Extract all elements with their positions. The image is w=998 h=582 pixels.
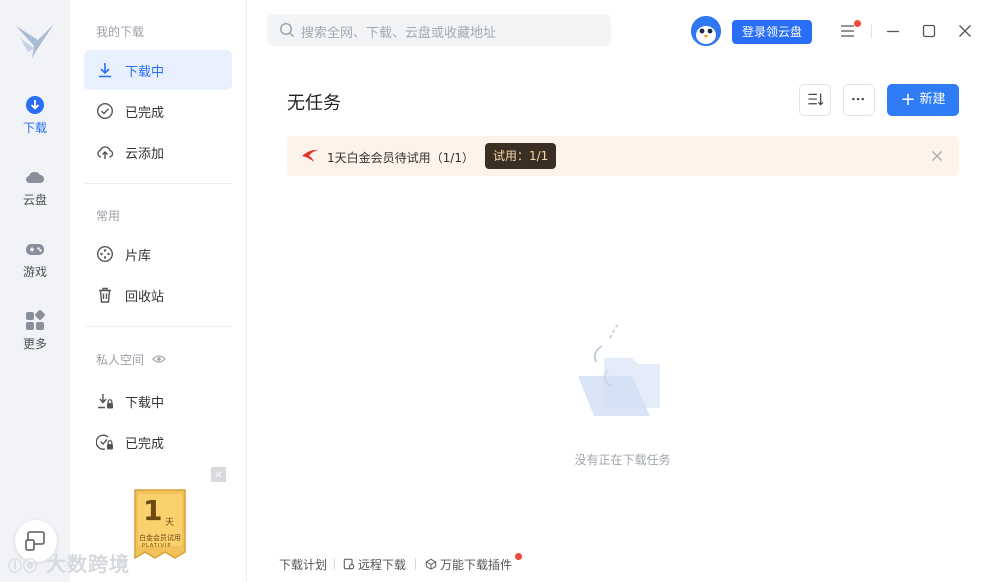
secondary-sidebar: 我的下载 下载中 已完成 云添加 常用 片库 回收站 私人空间 下载中 已完成 … [70,0,247,582]
sidebar-item-private-completed[interactable]: 已完成 [84,422,232,462]
gamepad-icon [26,244,44,255]
empty-state-label: 没有正在下载任务 [574,453,671,467]
check-circle-icon [96,102,114,120]
main-panel: 搜索全网、下载、云盘或收藏地址 登录领云盘 无任务 + 新建 1天白金会员待试用… [247,0,998,582]
maximize-button[interactable] [918,20,940,42]
sidebar-item-label: 已完成 [125,437,165,452]
rail-item-more[interactable]: 更多 [0,310,70,360]
search-input[interactable]: 搜索全网、下载、云盘或收藏地址 [267,14,611,46]
watermark-logo-icon: ⓛⓞ [8,559,38,575]
sidebar-item-completed[interactable]: 已完成 [84,91,232,131]
avatar[interactable] [691,16,721,46]
rail-label-games: 游戏 [22,265,47,279]
promo-unit: 天 [165,518,175,528]
sidebar-item-recycle-bin[interactable]: 回收站 [84,275,232,315]
eye-icon[interactable] [151,352,166,366]
sidebar-item-label: 云添加 [125,147,165,162]
cloud-upload-icon [97,146,114,159]
cloud-icon [25,171,44,184]
page-title: 无任务 [287,93,341,114]
rail-item-games[interactable]: 游戏 [0,238,70,288]
rail-label-download: 下载 [22,121,47,135]
sidebar-divider [84,326,232,327]
sidebar-item-label: 回收站 [125,290,165,305]
promo-label: 白金会员试用 [139,534,181,542]
sidebar-item-label: 下载中 [125,396,165,411]
promo-days: 1 [143,494,163,527]
section-heading-common: 常用 [96,209,121,223]
rail-item-cloud[interactable]: 云盘 [0,166,70,216]
sort-list-icon [808,93,824,106]
sidebar-item-cloud-add[interactable]: 云添加 [84,132,232,172]
check-lock-icon [96,434,113,450]
empty-folder-illustration [578,323,660,416]
rail-label-cloud: 云盘 [22,193,47,207]
plugin-notification-dot [515,553,522,560]
login-button[interactable]: 登录领云盘 [732,20,812,44]
download-plan-link[interactable]: 下载计划 [279,556,327,573]
minimize-button[interactable] [882,20,904,42]
sidebar-item-downloading[interactable]: 下载中 [84,50,232,90]
empty-state-text: 没有正在下载任务 [247,451,998,468]
rail-item-download[interactable]: 下载 [0,94,70,144]
section-heading-private-label: 私人空间 [96,353,145,367]
notification-dot [854,20,861,27]
sidebar-item-label: 已完成 [125,106,165,121]
more-options-button[interactable] [843,84,875,116]
download-arrow-icon [99,63,111,78]
sidebar-item-label: 下载中 [125,65,165,80]
footer-separator [415,558,416,570]
close-icon [959,25,971,37]
rail-label-more: 更多 [22,337,47,351]
watermark-label: 大数跨境 [45,552,130,576]
sidebar-item-label: 片库 [125,249,152,264]
close-button[interactable] [954,20,976,42]
trash-icon [99,287,111,303]
left-rail: 下载 云盘 游戏 更多 [0,0,70,582]
maximize-icon [922,24,936,38]
app-window: 下载 云盘 游戏 更多 我的下载 下载中 已完成 云添加 常用 片库 回收站 私… [0,0,998,582]
thunder-bird-icon [302,149,318,162]
banner-text: 1天白金会员待试用（1/1） [327,151,474,165]
apps-icon [26,310,45,330]
download-lock-icon [98,394,113,409]
footer-separator [334,558,335,570]
new-task-label: 新建 [919,92,946,107]
search-placeholder: 搜索全网、下载、云盘或收藏地址 [301,26,497,41]
minimize-icon [887,30,899,33]
plugin-link[interactable]: 万能下载插件 [425,556,512,573]
search-icon [279,22,294,37]
plus-icon: + [900,89,916,110]
menu-button[interactable] [837,20,861,42]
plugin-label: 万能下载插件 [440,558,513,572]
titlebar-separator [871,24,872,38]
download-icon [26,96,44,114]
app-logo-icon [16,24,54,58]
sidebar-divider [84,183,232,184]
sort-button[interactable] [799,84,831,116]
promo-vip-trial-card[interactable]: 1 天 白金会员试用 PLATIVIP [129,488,191,560]
new-task-button[interactable]: + 新建 [887,84,959,116]
bird-mascot-icon [691,16,721,46]
remote-icon [343,558,355,570]
section-heading-private: 私人空间 [96,351,166,368]
sidebar-item-private-downloading[interactable]: 下载中 [84,381,232,421]
ellipsis-icon [852,97,864,101]
film-reel-icon [96,245,114,263]
promo-sub: PLATIVIP [142,543,172,549]
sidebar-item-library[interactable]: 片库 [84,234,232,274]
promo-close-button[interactable]: × [211,467,226,482]
vip-trial-banner[interactable]: 1天白金会员待试用（1/1） 试用：1/1 [287,136,959,176]
remote-download-label: 远程下载 [358,558,407,572]
section-heading-my-downloads: 我的下载 [96,25,145,39]
banner-close-icon[interactable] [929,148,945,164]
watermark-text: ⓛⓞ 大数跨境 [8,548,130,577]
trial-badge[interactable]: 试用：1/1 [485,143,557,169]
remote-download-link[interactable]: 远程下载 [343,556,406,573]
cube-icon [425,558,437,570]
